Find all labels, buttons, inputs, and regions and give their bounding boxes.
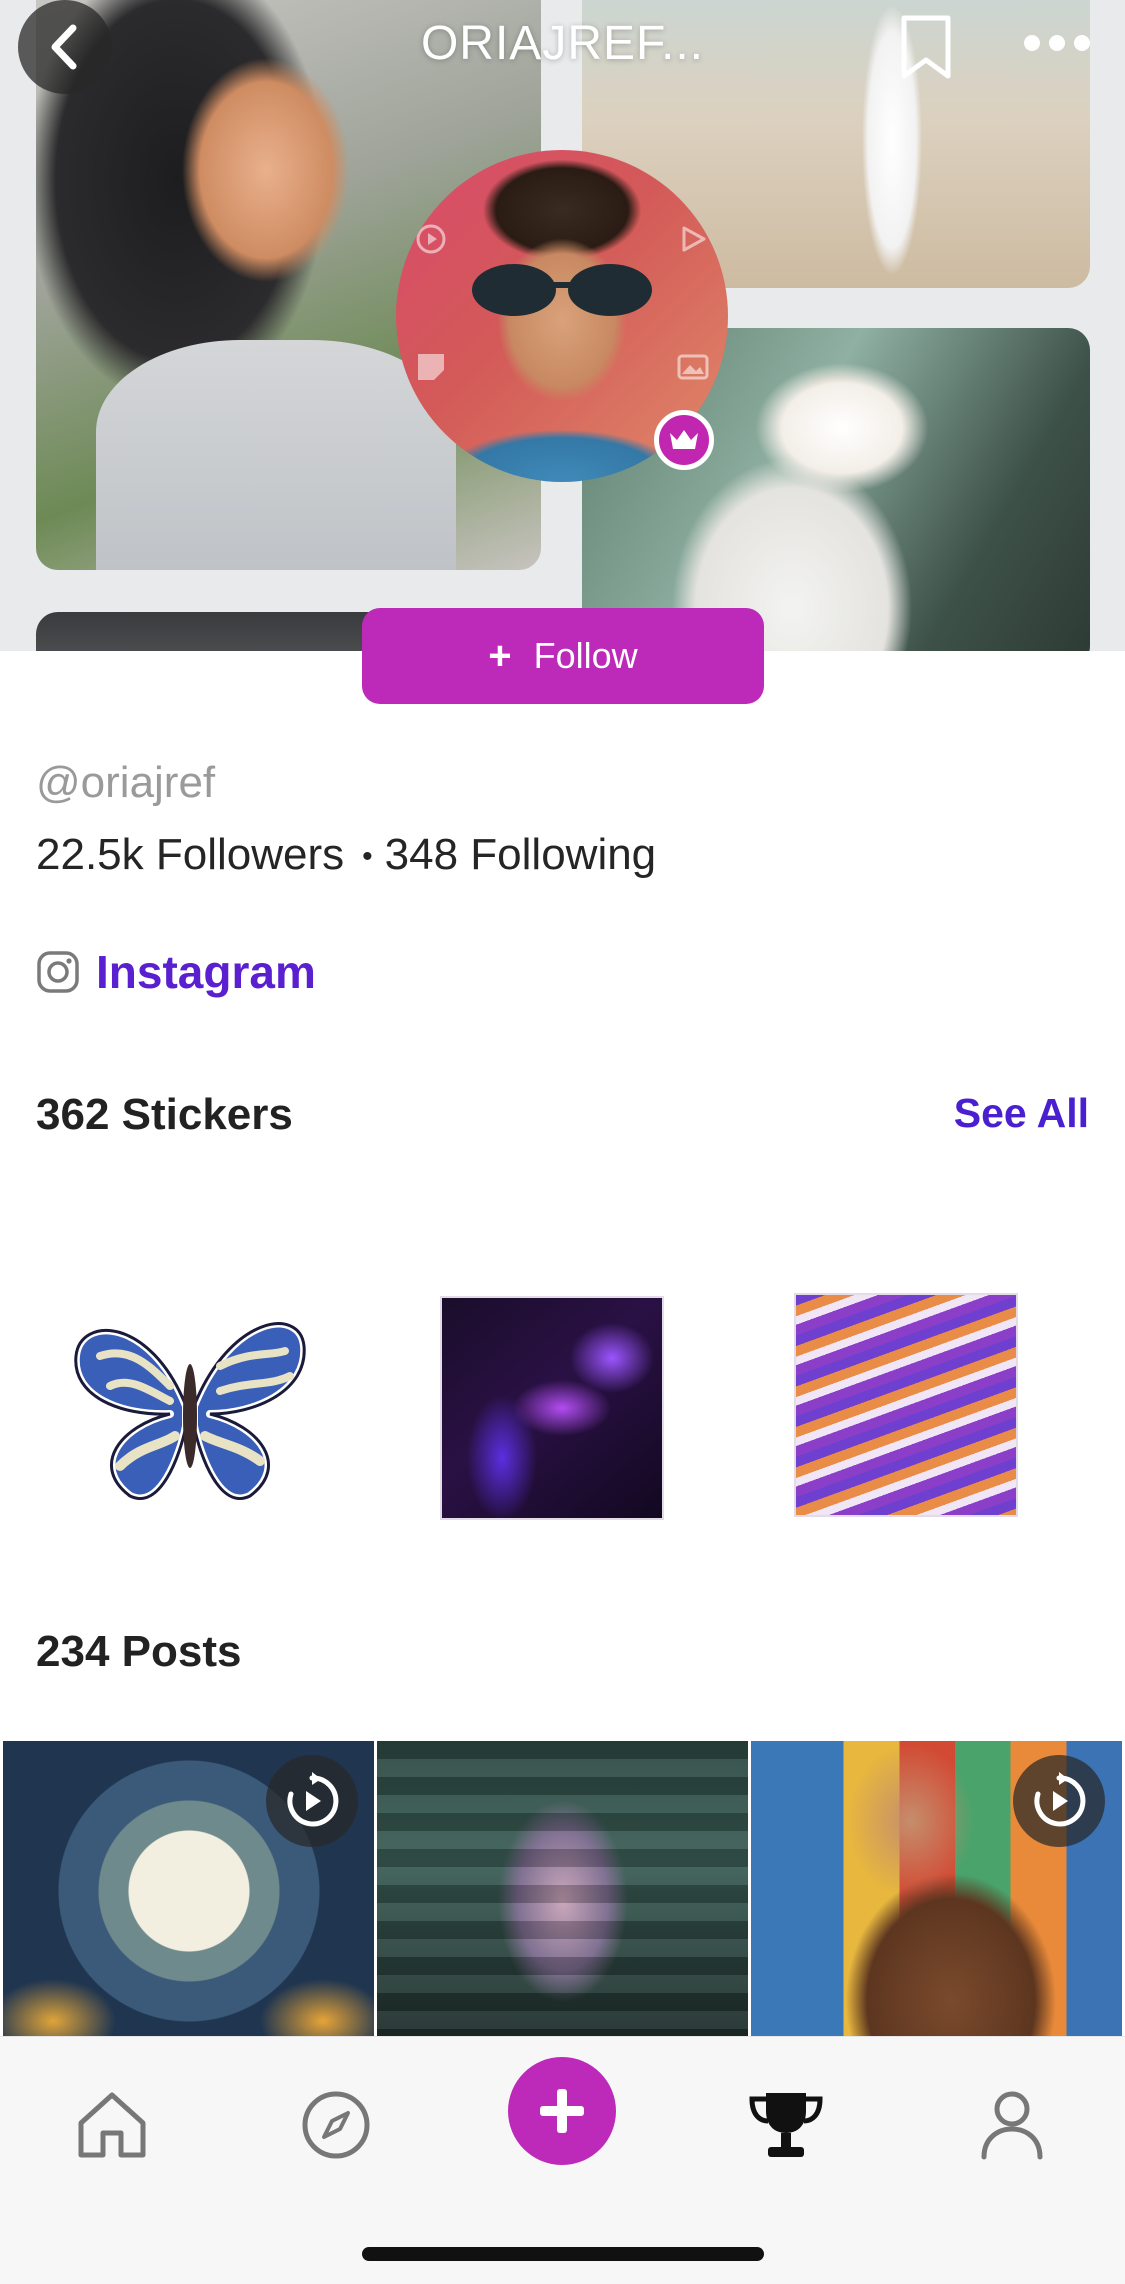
follow-stats: 22.5k Followers • 348 Following [36, 830, 656, 880]
chevron-left-icon [51, 24, 77, 70]
trophy-icon [749, 2093, 823, 2157]
tab-challenges[interactable] [746, 2085, 826, 2165]
wave-pattern-sticker[interactable] [794, 1293, 1018, 1517]
replay-icon [1034, 1772, 1086, 1827]
post-selfie-collage[interactable] [751, 1741, 1122, 2041]
instagram-label: Instagram [96, 946, 316, 998]
profile-icon [981, 2091, 1043, 2160]
play-icon [682, 226, 706, 252]
instagram-icon [37, 951, 79, 993]
sticker-icon [418, 354, 444, 380]
post-tunnel-art[interactable] [3, 1741, 374, 2041]
follow-label: Follow [533, 635, 638, 676]
purple-fluid-sticker[interactable] [440, 1296, 664, 1520]
crown-icon [670, 430, 698, 449]
bookmark-button[interactable] [896, 12, 956, 82]
stickers-section-title: 362 Stickers [36, 1090, 293, 1139]
home-indicator [362, 2247, 764, 2261]
replay-icon [287, 1772, 339, 1827]
tab-home[interactable] [72, 2085, 152, 2165]
back-button[interactable] [18, 0, 112, 94]
butterfly-sticker[interactable] [70, 1296, 310, 1516]
explore-icon [302, 2091, 370, 2159]
create-button[interactable] [508, 2057, 616, 2165]
premium-badge [654, 410, 714, 470]
more-button[interactable] [1022, 30, 1092, 56]
bookmark-icon [901, 15, 951, 79]
replay-badge [266, 1755, 358, 1847]
create-icon [540, 2089, 584, 2133]
more-horizontal-icon [1024, 35, 1090, 51]
stats-separator: • [362, 840, 373, 874]
followers-count[interactable]: 22.5k Followers [36, 830, 344, 879]
post-glitch-portrait[interactable] [377, 1741, 748, 2041]
tab-profile[interactable] [972, 2085, 1052, 2165]
replay-badge [1013, 1755, 1105, 1847]
username-handle: @oriajref [36, 758, 216, 807]
follow-button[interactable]: + Follow [362, 608, 764, 704]
see-all-stickers-link[interactable]: See All [954, 1090, 1089, 1137]
tab-explore[interactable] [296, 2085, 376, 2165]
replay-icon [416, 224, 446, 254]
page-title: ORIAJREF... [420, 17, 705, 70]
home-icon [78, 2092, 146, 2158]
instagram-link[interactable]: Instagram [36, 944, 316, 1000]
following-count[interactable]: 348 Following [385, 830, 657, 879]
posts-section-title: 234 Posts [36, 1627, 242, 1676]
plus-icon: + [488, 634, 512, 678]
image-icon [677, 354, 709, 380]
sunglasses-graphic [472, 264, 652, 316]
